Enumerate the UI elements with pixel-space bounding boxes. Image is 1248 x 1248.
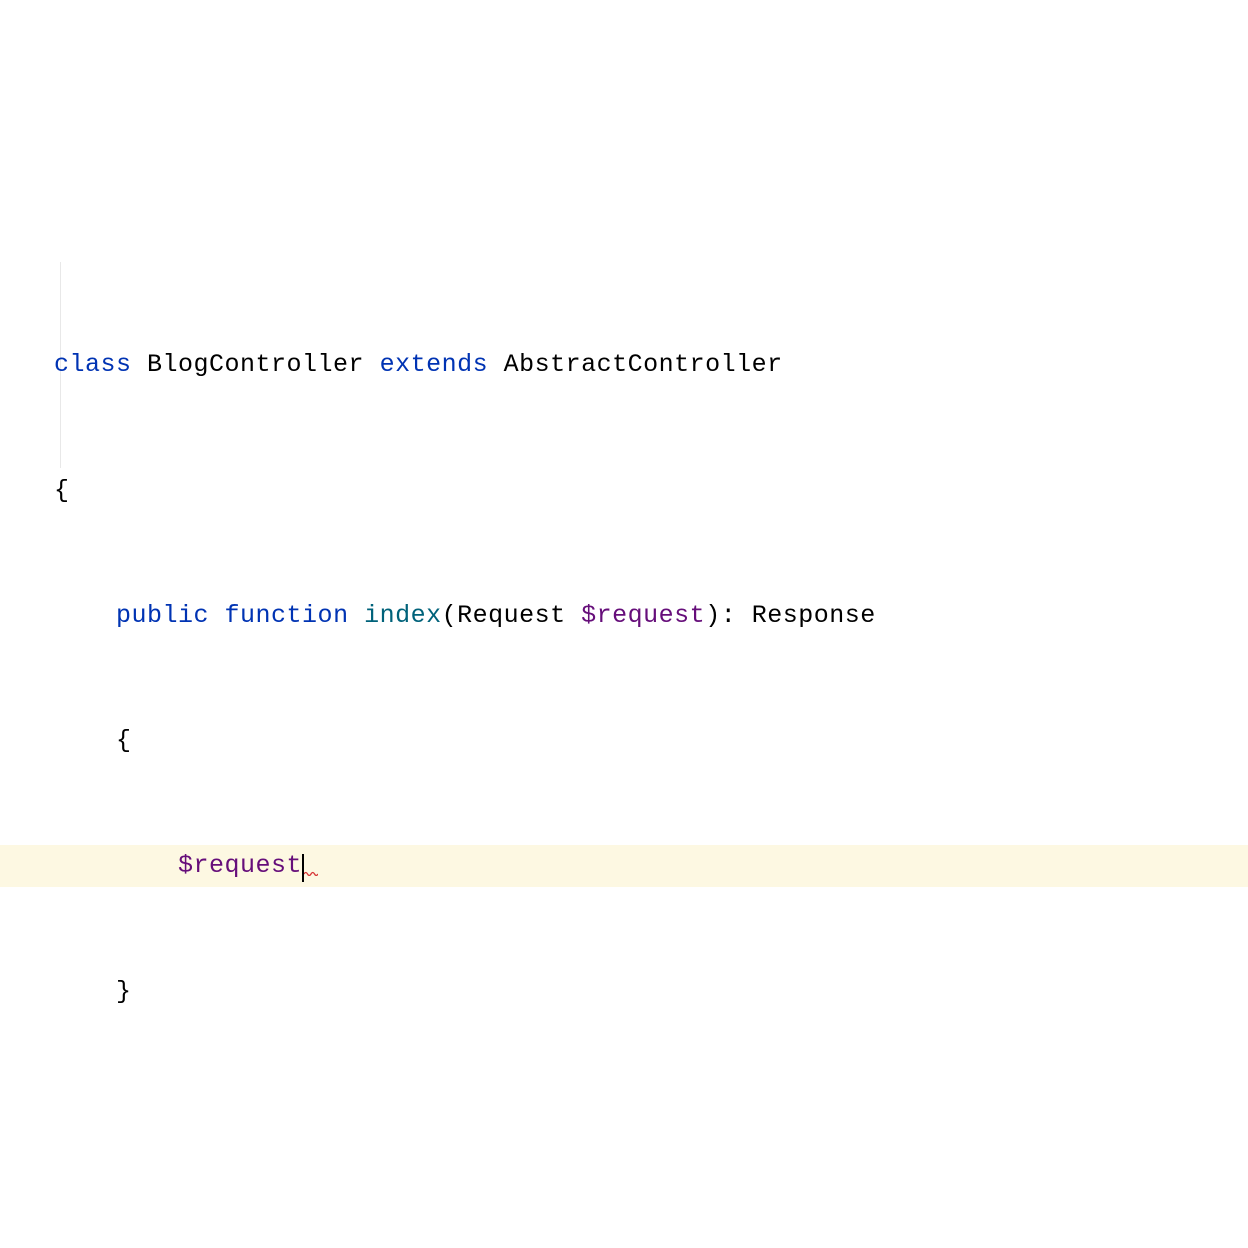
return-type: Response [752, 601, 876, 630]
code-line[interactable]: } [0, 971, 1248, 1013]
class-name: BlogController [132, 350, 380, 379]
code-line-active[interactable]: $request [0, 845, 1248, 887]
keyword-function: function [225, 601, 349, 630]
space [349, 601, 365, 630]
parent-class-name: AbstractController [488, 350, 783, 379]
brace-open: { [116, 726, 132, 755]
function-name: index [364, 601, 442, 630]
indent [54, 601, 116, 630]
keyword-extends: extends [380, 350, 489, 379]
squiggle-icon [304, 871, 318, 876]
brace-close: } [116, 977, 132, 1006]
indent [54, 726, 116, 755]
paren-open: ( [442, 601, 458, 630]
text-cursor [302, 854, 304, 882]
param-type: Request [457, 601, 581, 630]
code-editor[interactable]: class BlogController extends AbstractCon… [0, 167, 1248, 1054]
brace-open: { [54, 476, 70, 505]
code-line[interactable]: public function index(Request $request):… [0, 595, 1248, 637]
indent [54, 851, 178, 880]
colon: : [721, 601, 752, 630]
variable: $request [178, 851, 302, 880]
param-variable: $request [581, 601, 705, 630]
paren-close: ) [705, 601, 721, 630]
keyword-public: public [116, 601, 209, 630]
code-line[interactable]: class BlogController extends AbstractCon… [0, 344, 1248, 386]
space [209, 601, 225, 630]
keyword-class: class [54, 350, 132, 379]
indent [54, 977, 116, 1006]
code-line[interactable]: { [0, 720, 1248, 762]
code-line[interactable]: { [0, 470, 1248, 512]
